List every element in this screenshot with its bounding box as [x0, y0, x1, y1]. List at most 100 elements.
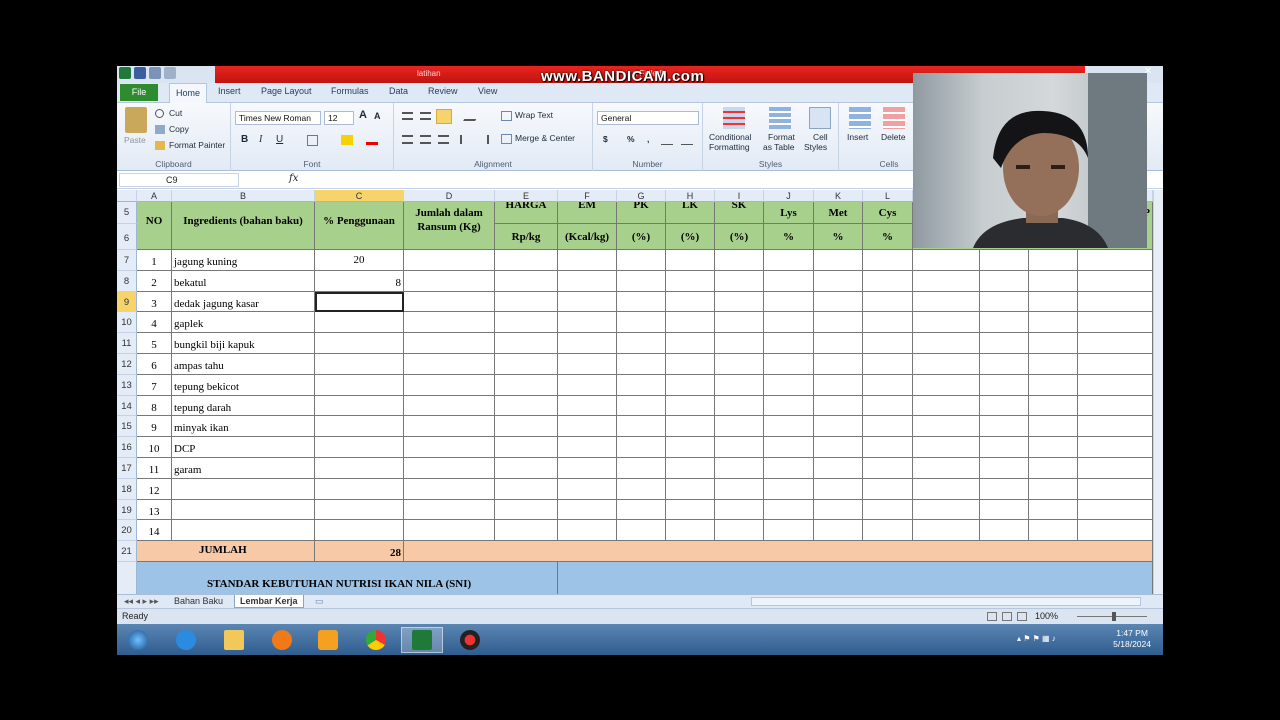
cell-empty[interactable]	[617, 250, 666, 271]
cell-empty[interactable]	[764, 520, 814, 542]
cell-empty[interactable]	[404, 520, 495, 542]
cell-empty[interactable]	[764, 478, 814, 500]
standar-rest[interactable]	[558, 562, 1153, 596]
cell-empty[interactable]	[495, 270, 558, 292]
cell-empty[interactable]	[617, 395, 666, 417]
cell-empty[interactable]	[913, 437, 980, 458]
cell-penggunaan[interactable]	[315, 395, 404, 417]
clock[interactable]: 1:47 PM 5/18/2024	[1113, 628, 1151, 650]
cell-empty[interactable]	[863, 374, 913, 396]
cell-empty[interactable]	[814, 458, 863, 479]
grow-font-icon[interactable]: A	[359, 109, 367, 121]
cell-empty[interactable]	[863, 291, 913, 313]
cell-empty[interactable]	[764, 437, 814, 458]
cell-empty[interactable]	[863, 250, 913, 271]
cell-no[interactable]: 13	[137, 499, 172, 521]
row-header[interactable]: 13	[117, 374, 137, 396]
cell-empty[interactable]	[715, 520, 764, 542]
cell-empty[interactable]	[404, 416, 495, 438]
cell-empty[interactable]	[666, 395, 715, 417]
header-jumlah-ransum[interactable]: Jumlah dalam Ransum (Kg)	[404, 202, 495, 250]
align-bottom-icon[interactable]	[436, 109, 452, 124]
header-cys[interactable]: Cys	[863, 202, 913, 224]
cell-empty[interactable]	[863, 520, 913, 542]
cell-ingredient[interactable]: garam	[172, 458, 315, 479]
cell-empty[interactable]	[666, 312, 715, 334]
cell-empty[interactable]	[715, 250, 764, 271]
cell-empty[interactable]	[404, 312, 495, 334]
taskbar-bandicam[interactable]	[449, 627, 491, 653]
cell-penggunaan[interactable]	[315, 312, 404, 334]
cell-empty[interactable]	[764, 354, 814, 375]
cell-empty[interactable]	[814, 416, 863, 438]
row-header[interactable]: 14	[117, 395, 137, 417]
cell-empty[interactable]	[1029, 416, 1078, 438]
cell-empty[interactable]	[764, 250, 814, 271]
cell-empty[interactable]	[558, 312, 617, 334]
cell-empty[interactable]	[814, 395, 863, 417]
cell-empty[interactable]	[913, 312, 980, 334]
cell-empty[interactable]	[764, 458, 814, 479]
increase-decimal-icon[interactable]	[661, 135, 673, 145]
cell-empty[interactable]	[814, 250, 863, 271]
cell-no[interactable]: 4	[137, 312, 172, 334]
cell-empty[interactable]	[404, 374, 495, 396]
spreadsheet-grid[interactable]: A B C D E F G H I J K L 5 6 NO Ingredien…	[117, 190, 1153, 596]
orientation-icon[interactable]	[463, 111, 481, 121]
cell-empty[interactable]	[617, 270, 666, 292]
taskbar-chrome[interactable]	[355, 627, 397, 653]
cell-ingredient[interactable]	[172, 520, 315, 542]
cell-empty[interactable]	[495, 416, 558, 438]
cell-no[interactable]: 7	[137, 374, 172, 396]
cell-ingredient[interactable]: dedak jagung kasar	[172, 291, 315, 313]
taskbar-excel[interactable]	[401, 627, 443, 653]
cell-empty[interactable]	[814, 437, 863, 458]
cell-empty[interactable]	[1029, 478, 1078, 500]
row-header[interactable]: 19	[117, 499, 137, 521]
header-sk[interactable]: SK	[715, 202, 764, 224]
tab-file[interactable]: File	[120, 84, 158, 101]
column-header-h[interactable]: H	[666, 190, 715, 202]
taskbar-ie[interactable]	[165, 627, 207, 653]
column-header-g[interactable]: G	[617, 190, 666, 202]
cell-empty[interactable]	[715, 270, 764, 292]
cell-empty[interactable]	[814, 333, 863, 354]
fill-color-icon[interactable]	[341, 135, 353, 145]
header-penggunaan[interactable]: % Penggunaan	[315, 202, 404, 250]
cell-empty[interactable]	[814, 478, 863, 500]
cell-penggunaan[interactable]	[315, 499, 404, 521]
cell-empty[interactable]	[558, 291, 617, 313]
cell-empty[interactable]	[1078, 354, 1153, 375]
cell-empty[interactable]	[558, 354, 617, 375]
unit-em[interactable]: (Kcal/kg)	[558, 224, 617, 250]
comma-button[interactable]: ,	[647, 134, 649, 144]
cell-empty[interactable]	[1078, 374, 1153, 396]
cell-empty[interactable]	[666, 416, 715, 438]
cell-empty[interactable]	[715, 437, 764, 458]
tab-insert[interactable]: Insert	[218, 86, 241, 96]
cell-empty[interactable]	[913, 270, 980, 292]
start-button[interactable]	[117, 627, 159, 653]
cell-empty[interactable]	[617, 374, 666, 396]
cell-no[interactable]: 10	[137, 437, 172, 458]
sheet-tab-lembar-kerja[interactable]: Lembar Kerja	[234, 595, 304, 608]
cell-empty[interactable]	[1029, 458, 1078, 479]
cell-empty[interactable]	[558, 499, 617, 521]
cell-empty[interactable]	[558, 458, 617, 479]
cell-empty[interactable]	[666, 478, 715, 500]
cell-empty[interactable]	[863, 416, 913, 438]
cell-empty[interactable]	[764, 270, 814, 292]
cell-empty[interactable]	[404, 395, 495, 417]
borders-icon[interactable]	[307, 135, 318, 146]
cell-empty[interactable]	[617, 437, 666, 458]
cell-no[interactable]: 14	[137, 520, 172, 542]
cell-empty[interactable]	[495, 520, 558, 542]
cell-empty[interactable]	[715, 291, 764, 313]
column-header-b[interactable]: B	[172, 190, 315, 202]
cell-penggunaan[interactable]: 20	[315, 250, 404, 271]
unit-lys[interactable]: %	[764, 224, 814, 250]
cell-empty[interactable]	[666, 520, 715, 542]
cell-empty[interactable]	[980, 312, 1029, 334]
row-header-22[interactable]	[117, 562, 137, 596]
cell-penggunaan[interactable]	[315, 478, 404, 500]
